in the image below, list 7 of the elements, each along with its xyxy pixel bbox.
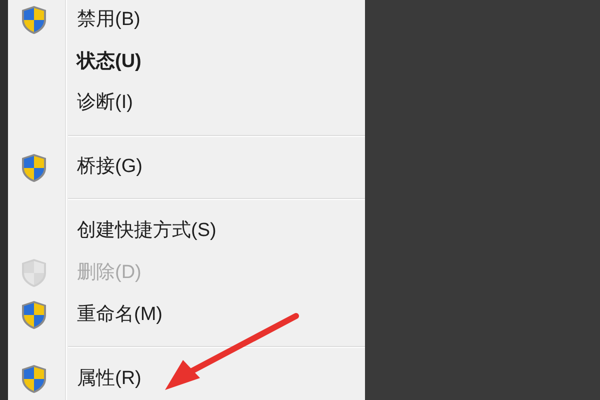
menu-item[interactable]: 重命名(M) <box>8 294 365 336</box>
menu-item[interactable]: 禁用(B) <box>8 0 365 41</box>
menu-item[interactable]: 状态(U) <box>8 40 365 83</box>
menu-item[interactable]: 创建快捷方式(S) <box>8 210 365 252</box>
menu-item[interactable]: 属性(R) <box>8 358 365 400</box>
menu-item[interactable]: 诊断(I) <box>8 82 365 125</box>
menu-item[interactable]: 桥接(G) <box>8 146 365 188</box>
